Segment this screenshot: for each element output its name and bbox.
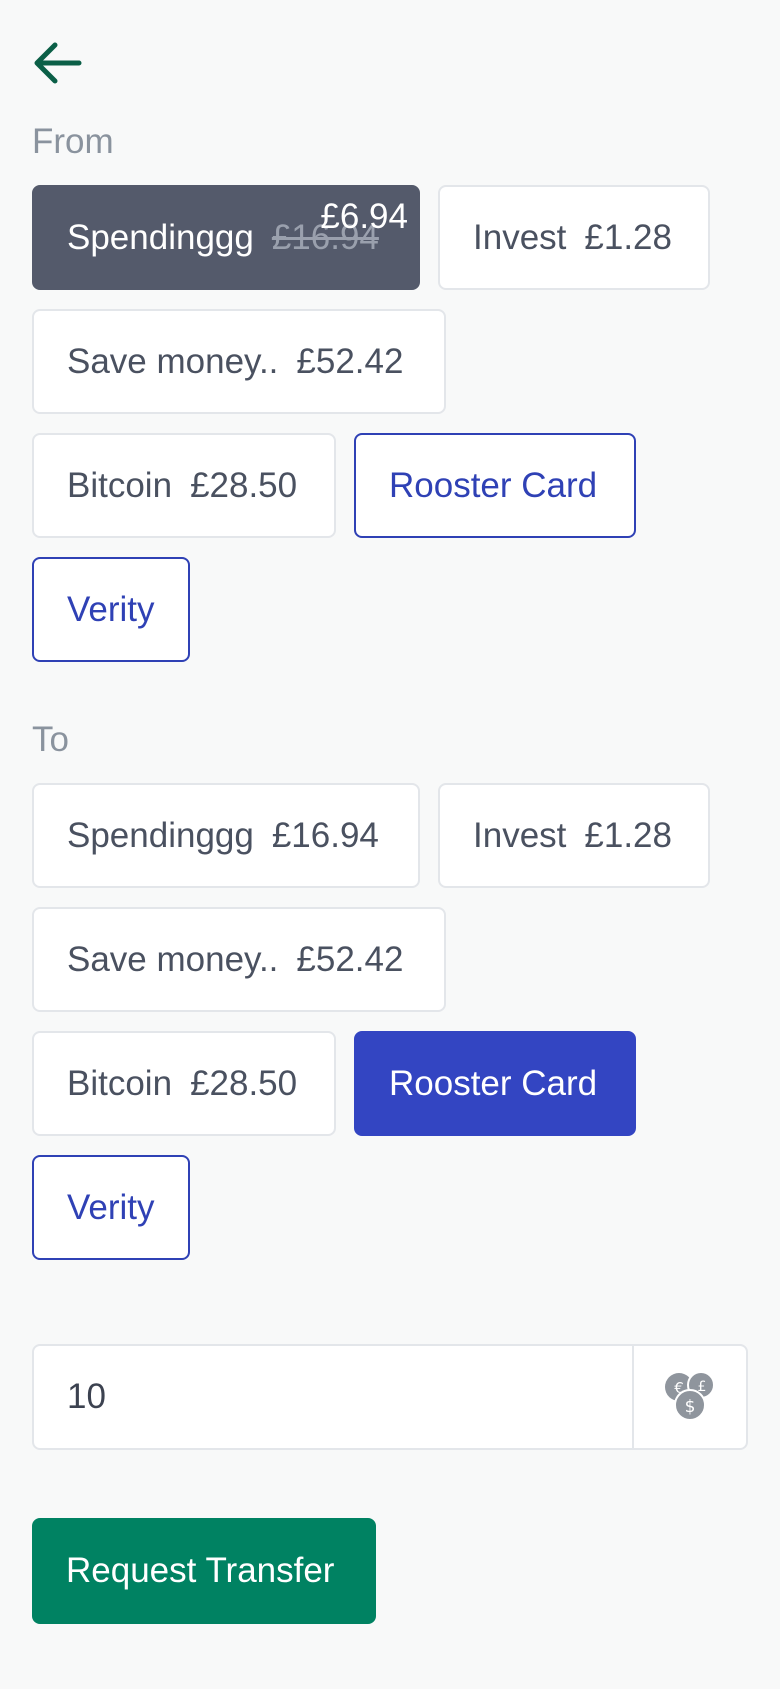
account-name: Bitcoin	[67, 465, 173, 505]
back-button[interactable]	[30, 40, 84, 86]
to-account-save-money[interactable]: Save money.. £52.42	[32, 907, 446, 1012]
from-account-bitcoin[interactable]: Bitcoin £28.50	[32, 433, 336, 538]
account-balance: £28.50	[190, 1063, 298, 1103]
svg-text:€: €	[674, 1379, 684, 1397]
svg-text:$: $	[685, 1397, 696, 1417]
account-name: Verity	[67, 1187, 155, 1227]
account-balance: £1.28	[584, 815, 672, 855]
account-name: Bitcoin	[67, 1063, 173, 1103]
from-account-spendinggg[interactable]: Spendinggg £16.94 £6.94	[32, 185, 420, 290]
account-balance: £16.94	[271, 815, 379, 855]
account-balance: £28.50	[190, 465, 298, 505]
account-name: Rooster Card	[389, 1063, 598, 1103]
to-account-spendinggg[interactable]: Spendinggg £16.94	[32, 783, 420, 888]
from-account-save-money[interactable]: Save money.. £52.42	[32, 309, 446, 414]
account-name: Invest	[473, 815, 567, 855]
from-account-verity[interactable]: Verity	[32, 557, 190, 662]
account-name: Spendinggg	[67, 217, 254, 257]
arrow-left-icon	[34, 42, 82, 84]
new-balance: £6.94	[320, 197, 408, 236]
amount-field: € £ $	[32, 1344, 748, 1450]
account-balance: £1.28	[584, 217, 672, 257]
amount-input[interactable]	[34, 1346, 632, 1448]
from-account-rooster-card[interactable]: Rooster Card	[354, 433, 636, 538]
account-name: Save money..	[67, 939, 279, 979]
to-account-rooster-card[interactable]: Rooster Card	[354, 1031, 636, 1136]
svg-text:£: £	[698, 1379, 707, 1395]
account-name: Save money..	[67, 341, 279, 381]
request-transfer-button[interactable]: Request Transfer	[32, 1518, 376, 1624]
to-account-bitcoin[interactable]: Bitcoin £28.50	[32, 1031, 336, 1136]
account-name: Rooster Card	[389, 465, 598, 505]
account-balance: £52.42	[296, 939, 404, 979]
currency-exchange-icon: € £ $	[665, 1371, 715, 1421]
to-label: To	[32, 720, 69, 759]
to-account-verity[interactable]: Verity	[32, 1155, 190, 1260]
from-label: From	[32, 122, 114, 161]
account-name: Invest	[473, 217, 567, 257]
currency-button[interactable]: € £ $	[632, 1346, 746, 1448]
to-account-invest[interactable]: Invest £1.28	[438, 783, 710, 888]
account-name: Verity	[67, 589, 155, 629]
account-balance: £52.42	[296, 341, 404, 381]
from-account-invest[interactable]: Invest £1.28	[438, 185, 710, 290]
account-name: Spendinggg	[67, 815, 254, 855]
